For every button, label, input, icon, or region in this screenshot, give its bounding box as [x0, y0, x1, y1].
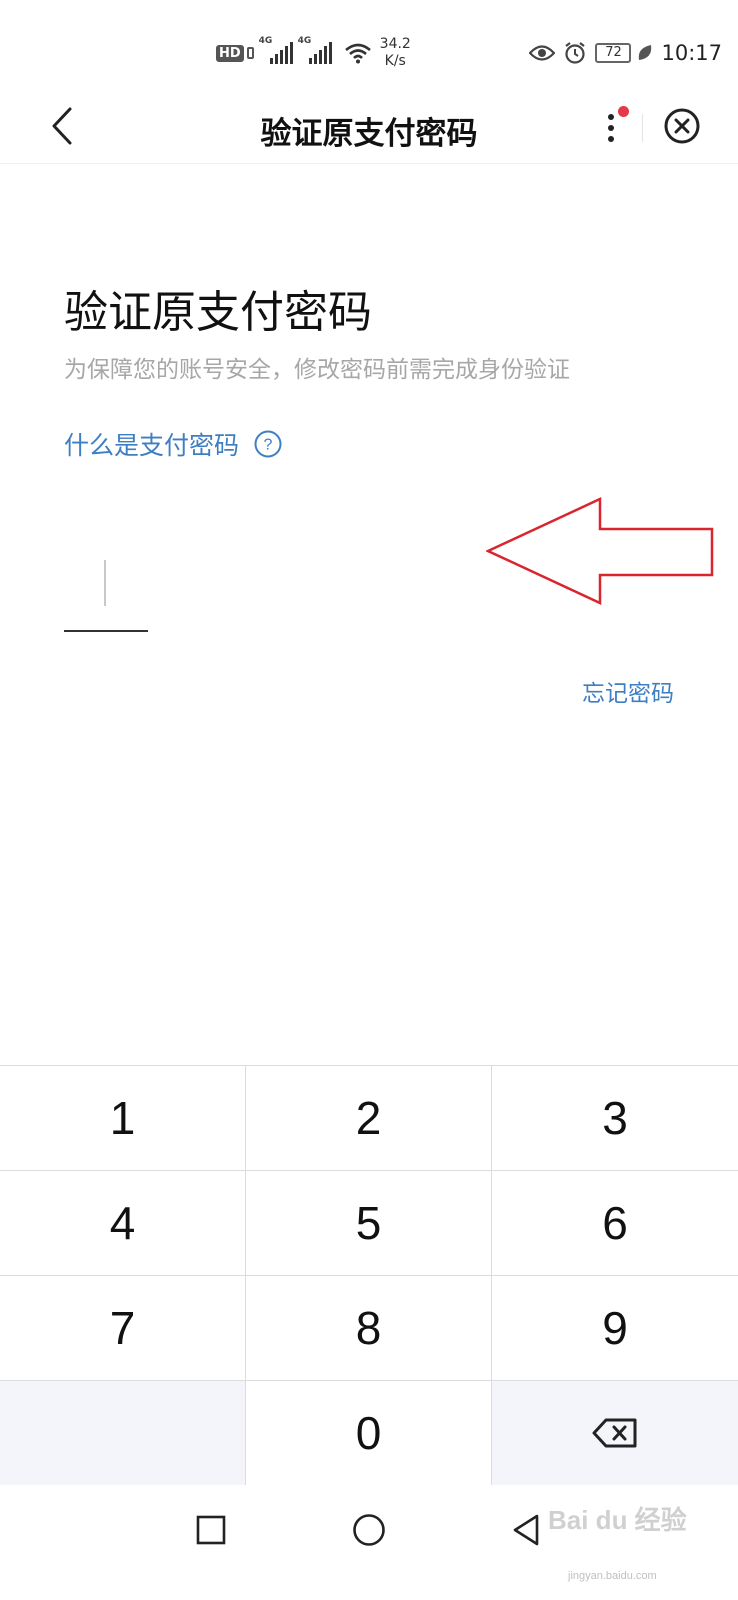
help-link-label: 什么是支付密码	[64, 431, 240, 460]
triangle-left-icon	[513, 1514, 539, 1546]
navigation-bar: 验证原支付密码	[0, 92, 738, 164]
status-left-group: HD 4G 4G 34.2 K/s	[216, 36, 411, 70]
forgot-password-link[interactable]: 忘记密码	[582, 674, 674, 708]
hd-badge: HD	[216, 44, 244, 62]
status-right-group: 72 10:17	[529, 36, 738, 70]
square-icon	[196, 1515, 226, 1545]
speed-unit: K/s	[384, 53, 406, 69]
signal-icon-2: 4G	[298, 36, 332, 64]
annotation-arrow	[486, 497, 714, 605]
nav-divider	[642, 114, 643, 142]
alarm-icon	[563, 41, 587, 65]
key-5[interactable]: 5	[246, 1171, 492, 1276]
key-4[interactable]: 4	[0, 1171, 246, 1276]
numeric-keypad: 1 2 3 4 5 6 7 8 9 0	[0, 1065, 738, 1486]
eye-icon	[529, 44, 556, 62]
password-input-underline[interactable]	[64, 630, 148, 632]
what-is-pay-password-link[interactable]: 什么是支付密码 ?	[64, 426, 283, 462]
speed-value: 34.2	[379, 36, 411, 52]
network-type-1: 4G	[258, 36, 273, 46]
network-type-2: 4G	[297, 36, 312, 46]
clock-time: 10:17	[661, 41, 722, 65]
backspace-icon	[592, 1418, 637, 1448]
key-8[interactable]: 8	[246, 1276, 492, 1381]
recent-apps-button[interactable]	[188, 1507, 234, 1553]
key-3[interactable]: 3	[492, 1066, 738, 1171]
home-button[interactable]	[346, 1507, 392, 1553]
system-back-button[interactable]	[503, 1507, 549, 1553]
wifi-icon	[344, 42, 372, 64]
backspace-key[interactable]	[492, 1381, 738, 1486]
key-9[interactable]: 9	[492, 1276, 738, 1381]
key-1[interactable]: 1	[0, 1066, 246, 1171]
close-circle-icon	[664, 108, 700, 144]
notification-dot	[618, 106, 629, 117]
signal-icon-1: 4G	[259, 36, 293, 64]
question-circle-icon: ?	[254, 430, 282, 458]
key-0[interactable]: 0	[246, 1381, 492, 1486]
subtitle-text: 为保障您的账号安全，修改密码前需完成身份验证	[64, 357, 570, 383]
leaf-icon	[637, 44, 653, 62]
more-menu-button[interactable]	[592, 102, 632, 152]
svg-text:?: ?	[264, 437, 273, 454]
status-bar: HD 4G 4G 34.2 K/s 72 10:17	[0, 0, 738, 92]
key-6[interactable]: 6	[492, 1171, 738, 1276]
baidu-watermark: Bai du 经验	[548, 1505, 687, 1535]
more-dot-bottom	[608, 136, 614, 142]
password-input-cursor[interactable]	[104, 560, 106, 606]
network-speed: 34.2 K/s	[380, 36, 411, 70]
key-2[interactable]: 2	[246, 1066, 492, 1171]
baidu-watermark-url: jingyan.baidu.com	[568, 1570, 657, 1582]
volte-icon	[246, 47, 254, 59]
close-button[interactable]	[660, 104, 704, 148]
key-7[interactable]: 7	[0, 1276, 246, 1381]
key-empty	[0, 1381, 246, 1486]
battery-indicator: 72	[595, 43, 632, 63]
page-heading: 验证原支付密码	[64, 287, 372, 338]
more-dot-top	[608, 114, 614, 120]
circle-icon	[353, 1514, 385, 1546]
more-dot-middle	[608, 125, 614, 131]
